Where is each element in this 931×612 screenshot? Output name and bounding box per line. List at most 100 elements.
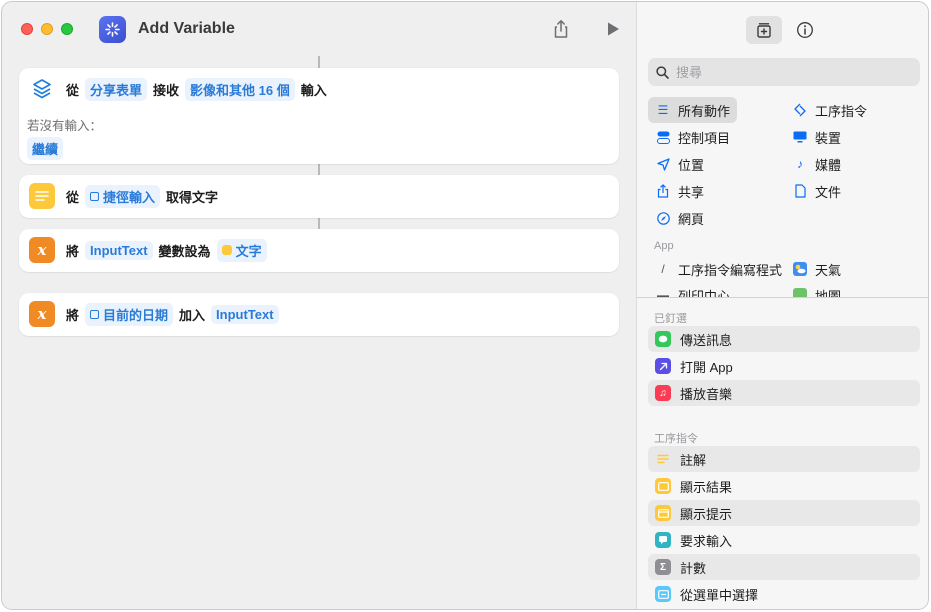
action-search-field[interactable] bbox=[648, 58, 920, 86]
x-variable-icon: x bbox=[29, 301, 55, 327]
category-label: 所有動作 bbox=[678, 103, 731, 119]
action-suffix: 取得文字 bbox=[166, 189, 219, 205]
result-icon bbox=[655, 478, 671, 494]
category-media[interactable]: ♪ 媒體 bbox=[785, 151, 920, 177]
pencil-icon: / bbox=[661, 262, 665, 276]
scripting-choose-from-menu[interactable]: 從選單中選擇 bbox=[648, 581, 920, 607]
sigma-icon: Σ bbox=[655, 559, 671, 575]
shortcut-input-label: 捷徑輸入 bbox=[103, 189, 156, 205]
text-value-token[interactable]: 文字 bbox=[216, 238, 267, 262]
category-label: 網頁 bbox=[678, 211, 705, 227]
share-icon bbox=[655, 184, 671, 198]
app-script-editor[interactable]: / 工序指令編寫程式 bbox=[648, 256, 788, 282]
menu-icon bbox=[655, 586, 671, 602]
category-device[interactable]: 裝置 bbox=[785, 124, 920, 150]
action-verb: 將 bbox=[66, 307, 80, 323]
share-button[interactable] bbox=[550, 18, 572, 40]
action-row: x 將 InputText 變數設為 文字 bbox=[29, 237, 273, 263]
category-documents[interactable]: 文件 bbox=[785, 178, 920, 204]
action-label: 計數 bbox=[680, 560, 707, 576]
search-input[interactable] bbox=[676, 64, 906, 80]
document-icon bbox=[792, 184, 808, 198]
pinned-section-header: 已釘選 bbox=[654, 313, 687, 325]
calendar-icon bbox=[90, 309, 100, 319]
action-set-variable[interactable]: x 將 InputText 變數設為 文字 bbox=[19, 229, 619, 272]
pinned-send-message[interactable]: 傳送訊息 bbox=[648, 326, 920, 352]
scripting-count[interactable]: Σ 計數 bbox=[648, 554, 920, 580]
action-label: 顯示提示 bbox=[680, 506, 733, 522]
action-row: x 將 目前的日期 加入 InputText bbox=[29, 301, 285, 327]
action-label: 註解 bbox=[680, 452, 707, 468]
music-note-icon: ♫ bbox=[655, 385, 671, 401]
message-bubble-icon bbox=[655, 331, 671, 347]
scripting-show-result[interactable]: 顯示結果 bbox=[648, 473, 920, 499]
input-types-token[interactable]: 影像和其他 16 個 bbox=[185, 77, 295, 101]
action-label: 傳送訊息 bbox=[680, 332, 733, 348]
category-label: 位置 bbox=[678, 157, 705, 173]
category-web[interactable]: 網頁 bbox=[648, 205, 768, 231]
input-bubble-icon bbox=[655, 532, 671, 548]
pinned-open-app[interactable]: 打開 App bbox=[648, 353, 920, 379]
comment-lines-icon bbox=[655, 451, 671, 467]
app-weather[interactable]: 天氣 bbox=[785, 256, 920, 282]
category-scripting[interactable]: 工序指令 bbox=[785, 97, 920, 123]
close-window-button[interactable] bbox=[21, 23, 33, 35]
action-verb: 從 bbox=[66, 82, 80, 98]
action-library-panel: ☰ 所有動作 控制項目 位置 共享 網頁 bbox=[636, 2, 928, 609]
details-tab[interactable] bbox=[787, 16, 823, 44]
minimize-window-button[interactable] bbox=[41, 23, 53, 35]
flow-connector bbox=[318, 218, 320, 229]
category-sharing[interactable]: 共享 bbox=[648, 178, 768, 204]
shortcut-input-token[interactable]: 捷徑輸入 bbox=[85, 184, 161, 208]
scripting-comment[interactable]: 註解 bbox=[648, 446, 920, 472]
action-middle: 變數設為 bbox=[158, 243, 211, 259]
category-controls[interactable]: 控制項目 bbox=[648, 124, 768, 150]
share-sheet-layers-icon bbox=[29, 76, 55, 102]
variable-name-token[interactable]: InputText bbox=[85, 240, 153, 260]
shortcut-icon[interactable] bbox=[99, 16, 126, 43]
pinned-play-music[interactable]: ♫ 播放音樂 bbox=[648, 380, 920, 406]
category-location[interactable]: 位置 bbox=[648, 151, 768, 177]
category-label: 共享 bbox=[678, 184, 705, 200]
action-receive-word: 接收 bbox=[153, 82, 180, 98]
app-label: 工序指令編寫程式 bbox=[678, 262, 783, 278]
scripting-ask-for-input[interactable]: 要求輸入 bbox=[648, 527, 920, 553]
apps-list: / 工序指令編寫程式 天氣 ▬ 列印中心 地圖 bbox=[637, 254, 928, 297]
weather-icon bbox=[792, 262, 808, 276]
search-icon bbox=[656, 65, 669, 79]
titlebar: Add Variable bbox=[2, 2, 636, 56]
action-middle: 加入 bbox=[179, 307, 206, 323]
app-print-center[interactable]: ▬ 列印中心 bbox=[648, 282, 788, 297]
zoom-window-button[interactable] bbox=[61, 23, 73, 35]
shortcut-editor: Add Variable 從 分享表單 接收 影像和其他 16 個 輸入 若沒有… bbox=[2, 2, 636, 609]
scripting-icon bbox=[792, 103, 808, 117]
category-label: 控制項目 bbox=[678, 130, 731, 146]
category-label: 文件 bbox=[815, 184, 842, 200]
source-token[interactable]: 分享表單 bbox=[85, 77, 148, 101]
run-button[interactable] bbox=[602, 18, 624, 40]
no-input-label: 若沒有輸入： bbox=[27, 119, 103, 133]
arrow-up-right-icon bbox=[655, 358, 671, 374]
app-maps[interactable]: 地圖 bbox=[785, 282, 920, 297]
scripting-show-alert[interactable]: 顯示提示 bbox=[648, 500, 920, 526]
action-add-to-variable[interactable]: x 將 目前的日期 加入 InputText bbox=[19, 293, 619, 336]
apps-section-header: App bbox=[654, 240, 674, 252]
category-label: 裝置 bbox=[815, 130, 842, 146]
compass-icon bbox=[655, 211, 671, 225]
play-icon bbox=[608, 22, 619, 36]
app-label: 列印中心 bbox=[678, 288, 731, 298]
printer-icon: ▬ bbox=[657, 288, 669, 297]
library-tab[interactable] bbox=[746, 16, 782, 44]
map-icon bbox=[792, 288, 808, 297]
action-label: 從選單中選擇 bbox=[680, 587, 759, 603]
music-note-icon: ♪ bbox=[797, 157, 803, 171]
action-receive-input[interactable]: 從 分享表單 接收 影像和其他 16 個 輸入 若沒有輸入： 繼續 bbox=[19, 68, 619, 164]
variable-name-token[interactable]: InputText bbox=[211, 304, 279, 324]
category-all-actions[interactable]: ☰ 所有動作 bbox=[648, 97, 737, 123]
current-date-token[interactable]: 目前的日期 bbox=[85, 302, 174, 326]
current-date-label: 目前的日期 bbox=[103, 307, 169, 323]
monitor-icon bbox=[792, 131, 808, 143]
action-get-text[interactable]: 從 捷徑輸入 取得文字 bbox=[19, 175, 619, 218]
text-lines-icon bbox=[29, 183, 55, 209]
no-input-action-token[interactable]: 繼續 bbox=[27, 137, 64, 160]
